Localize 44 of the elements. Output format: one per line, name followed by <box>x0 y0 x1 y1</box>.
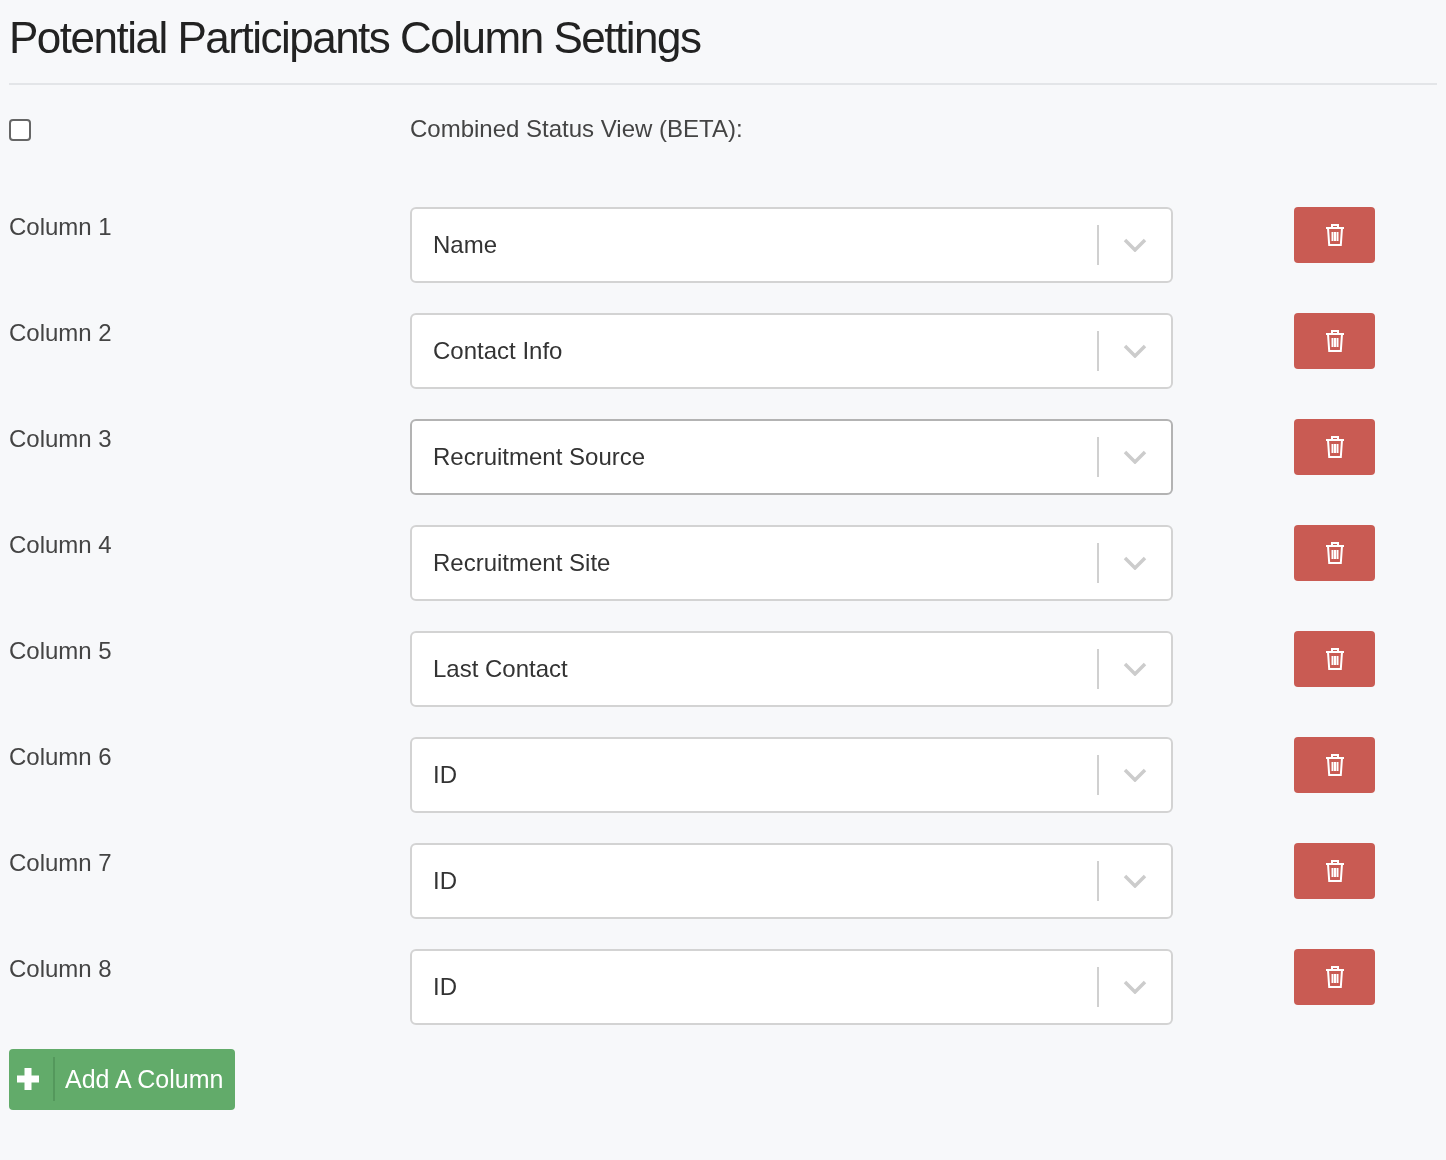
trash-icon <box>1323 540 1346 565</box>
checkbox-label: Combined Status View (BETA): <box>410 114 744 143</box>
delete-button[interactable] <box>1294 736 1375 793</box>
chevron-down-icon <box>1123 767 1147 782</box>
column-select[interactable]: Last Contact <box>410 630 1173 707</box>
column-label: Column 1 <box>9 212 113 241</box>
plus-icon <box>15 1066 41 1093</box>
chevron-down-icon <box>1123 979 1147 994</box>
checkbox[interactable] <box>9 118 31 141</box>
column-select[interactable]: ID <box>410 842 1173 919</box>
delete-button[interactable] <box>1294 206 1375 263</box>
column-label: Column 8 <box>9 954 113 983</box>
trash-icon <box>1323 858 1346 883</box>
delete-button[interactable] <box>1294 524 1375 581</box>
page-title: Potential Participants Column Settings <box>9 12 702 64</box>
chevron-down-icon <box>1123 555 1147 570</box>
chevron-down-icon <box>1123 237 1147 252</box>
trash-icon <box>1323 964 1346 989</box>
chevron-down-icon <box>1123 873 1147 888</box>
column-label: Column 3 <box>9 424 113 453</box>
column-select[interactable]: ID <box>410 736 1173 813</box>
delete-button[interactable] <box>1294 312 1375 369</box>
chevron-down-icon <box>1123 449 1147 464</box>
column-select[interactable]: Name <box>410 206 1173 283</box>
column-select[interactable]: ID <box>410 948 1173 1025</box>
column-select[interactable]: Recruitment Source <box>410 418 1173 495</box>
delete-button[interactable] <box>1294 418 1375 475</box>
trash-icon <box>1323 646 1346 671</box>
chevron-down-icon <box>1123 343 1147 358</box>
column-label: Column 7 <box>9 848 113 877</box>
column-select[interactable]: Recruitment Site <box>410 524 1173 601</box>
column-label: Column 2 <box>9 318 113 347</box>
trash-icon <box>1323 222 1346 247</box>
column-select[interactable]: Contact Info <box>410 312 1173 389</box>
trash-icon <box>1323 328 1346 353</box>
column-label: Column 5 <box>9 636 113 665</box>
chevron-down-icon <box>1123 661 1147 676</box>
column-label: Column 6 <box>9 742 113 771</box>
delete-button[interactable] <box>1294 842 1375 899</box>
column-label: Column 4 <box>9 530 113 559</box>
delete-button[interactable] <box>1294 630 1375 687</box>
trash-icon <box>1323 434 1346 459</box>
trash-icon <box>1323 752 1346 777</box>
delete-button[interactable] <box>1294 948 1375 1005</box>
